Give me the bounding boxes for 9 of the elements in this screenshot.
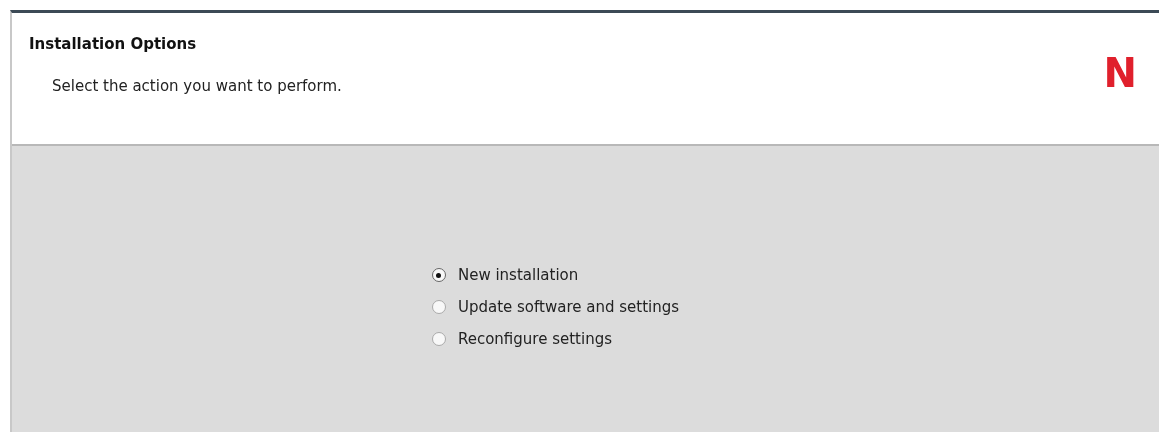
radio-button[interactable] [431, 300, 446, 314]
logo: N [1103, 49, 1138, 98]
radio-option[interactable]: New installation [431, 264, 680, 286]
radio-option[interactable]: Reconfigure settings [431, 328, 680, 350]
radio-button[interactable] [431, 332, 446, 346]
page-title: Installation Options [28, 34, 198, 53]
instruction-text: Select the action you want to perform. [51, 76, 342, 95]
radio-button[interactable] [431, 268, 446, 282]
radio-option[interactable]: Update software and settings [431, 296, 680, 318]
